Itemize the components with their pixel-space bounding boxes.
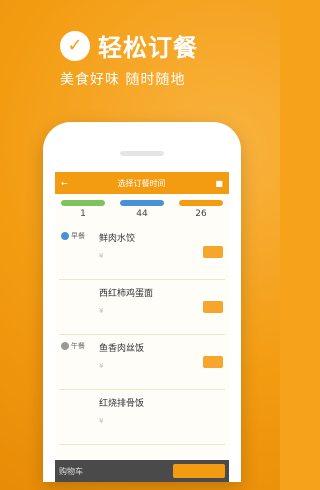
- phone-speaker: [120, 151, 164, 156]
- stat-color-bar: [61, 200, 105, 206]
- phone-screen: ← 选择订餐时间 ■ 1 44 26 早餐 鲜肉水饺 ¥ 西红柿鸡蛋面 ¥ 午餐…: [55, 172, 229, 482]
- stat-value: 26: [195, 209, 207, 219]
- bottom-bar: 购物车: [55, 460, 229, 482]
- back-icon[interactable]: ←: [61, 179, 68, 188]
- checkout-button[interactable]: [173, 464, 225, 478]
- item-price: ¥: [99, 417, 104, 425]
- app-logo-icon: ✓: [60, 30, 90, 61]
- meal-list: 早餐 鲜肉水饺 ¥ 西红柿鸡蛋面 ¥ 午餐 鱼香肉丝饭 ¥ 红烧排骨饭 ¥: [55, 223, 229, 447]
- screen-header: ← 选择订餐时间 ■: [55, 172, 229, 194]
- list-item[interactable]: 西红柿鸡蛋面 ¥: [59, 280, 225, 335]
- stat-value: 1: [80, 209, 86, 219]
- promo-header: ✓ 轻松订餐 美食好味 随时随地: [60, 28, 250, 89]
- phone-mockup: ← 选择订餐时间 ■ 1 44 26 早餐 鲜肉水饺 ¥ 西红柿鸡蛋面 ¥ 午餐…: [43, 122, 241, 482]
- cart-label[interactable]: 购物车: [59, 466, 83, 477]
- category-label: 午餐: [71, 342, 85, 350]
- phone-top-bezel: [43, 122, 241, 164]
- brand-row: ✓ 轻松订餐: [60, 28, 250, 63]
- app-name: 轻松订餐: [98, 34, 198, 62]
- stat-value: 44: [136, 209, 148, 219]
- add-button[interactable]: [203, 246, 223, 258]
- item-title: 红烧排骨饭: [99, 399, 145, 409]
- category-icon: [61, 342, 69, 350]
- stat-card[interactable]: 44: [120, 200, 164, 219]
- item-info: 红烧排骨饭 ¥: [99, 396, 223, 425]
- item-title: 鱼香肉丝饭: [99, 344, 145, 354]
- stats-row: 1 44 26: [55, 194, 229, 223]
- meal-category: 午餐: [61, 341, 99, 351]
- screen-title: 选择订餐时间: [117, 178, 166, 188]
- add-button[interactable]: [203, 356, 223, 368]
- stat-card[interactable]: 26: [179, 200, 223, 219]
- item-title: 鲜肉水饺: [99, 234, 136, 244]
- menu-icon[interactable]: ■: [215, 179, 223, 188]
- stat-color-bar: [120, 200, 164, 206]
- add-button[interactable]: [203, 301, 223, 313]
- meal-category: 早餐: [61, 231, 99, 241]
- item-title: 西红柿鸡蛋面: [99, 289, 154, 299]
- slogan: 美食好味 随时随地: [60, 72, 186, 88]
- item-price: ¥: [99, 362, 104, 370]
- list-item[interactable]: 早餐 鲜肉水饺 ¥: [59, 225, 225, 280]
- stat-card[interactable]: 1: [61, 200, 105, 219]
- list-item[interactable]: 红烧排骨饭 ¥: [59, 390, 225, 445]
- item-info: 鲜肉水饺 ¥: [99, 231, 203, 260]
- category-label: 早餐: [71, 232, 85, 240]
- item-price: ¥: [99, 307, 104, 315]
- stat-color-bar: [179, 200, 223, 206]
- item-info: 西红柿鸡蛋面 ¥: [99, 286, 203, 315]
- item-price: ¥: [99, 252, 104, 260]
- list-item[interactable]: 午餐 鱼香肉丝饭 ¥: [59, 335, 225, 390]
- item-info: 鱼香肉丝饭 ¥: [99, 341, 203, 370]
- category-icon: [61, 232, 69, 240]
